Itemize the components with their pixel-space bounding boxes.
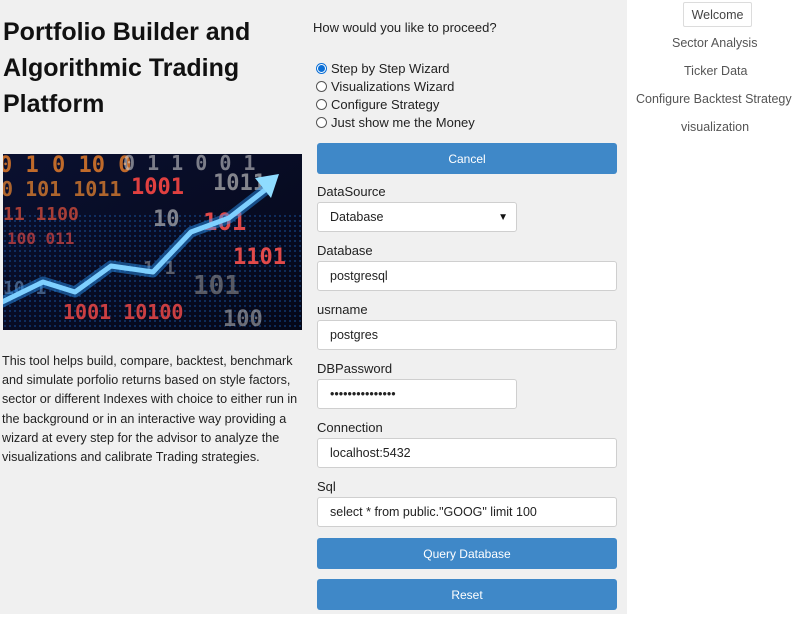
page-title: Portfolio Builder and Algorithmic Tradin… xyxy=(3,18,251,118)
option-configure-strategy[interactable]: Configure Strategy xyxy=(316,95,475,113)
svg-text:0 101 1011: 0 101 1011 xyxy=(3,177,121,201)
nav-configure-backtest-strategy[interactable]: Configure Backtest Strategy xyxy=(636,92,792,106)
datasource-value: Database xyxy=(330,210,384,224)
nav-welcome[interactable]: Welcome xyxy=(683,2,752,27)
svg-text:1001: 1001 xyxy=(131,175,184,200)
svg-text:100: 100 xyxy=(223,307,263,330)
nav-visualization[interactable]: visualization xyxy=(681,120,749,134)
trading-chart-illustration: 0 1 0 10 0 0 1 1 0 0 1 0 101 1011 1001 1… xyxy=(3,154,302,330)
connection-label: Connection xyxy=(317,420,383,435)
option-label: Step by Step Wizard xyxy=(331,60,450,76)
svg-text:0 1 0 10 0: 0 1 0 10 0 xyxy=(3,154,131,178)
svg-text:1001 10100: 1001 10100 xyxy=(63,300,183,324)
radio-icon[interactable] xyxy=(316,80,327,92)
datasource-label: DataSource xyxy=(317,184,386,199)
password-label: DBPassword xyxy=(317,361,393,376)
radio-selected-icon[interactable] xyxy=(316,62,327,74)
option-visualizations-wizard[interactable]: Visualizations Wizard xyxy=(316,77,475,95)
caret-down-icon: ▼ xyxy=(498,211,508,223)
cancel-button[interactable]: Cancel xyxy=(317,143,617,174)
database-label: Database xyxy=(317,243,373,258)
reset-button[interactable]: Reset xyxy=(317,579,617,610)
query-database-button[interactable]: Query Database xyxy=(317,538,617,569)
svg-text:10: 10 xyxy=(153,207,180,232)
datasource-select[interactable]: Database ▼ xyxy=(317,202,517,232)
username-label: usrname xyxy=(317,302,368,317)
connection-input[interactable]: localhost:5432 xyxy=(317,438,617,468)
option-label: Just show me the Money xyxy=(331,114,475,130)
username-input[interactable]: postgres xyxy=(317,320,617,350)
nav-sector-analysis[interactable]: Sector Analysis xyxy=(672,36,757,50)
option-just-show-me-the-money[interactable]: Just show me the Money xyxy=(316,113,475,131)
intro-description: This tool helps build, compare, backtest… xyxy=(2,354,298,465)
password-input[interactable]: ••••••••••••••• xyxy=(317,379,517,409)
sql-input[interactable]: select * from public."GOOG" limit 100 xyxy=(317,497,617,527)
proceed-options: Step by Step Wizard Visualizations Wizar… xyxy=(316,59,475,131)
option-label: Configure Strategy xyxy=(331,96,440,112)
option-step-by-step-wizard[interactable]: Step by Step Wizard xyxy=(316,59,475,77)
proceed-question: How would you like to proceed? xyxy=(313,20,497,35)
svg-text:100 011: 100 011 xyxy=(7,229,74,248)
database-input[interactable]: postgresql xyxy=(317,261,617,291)
radio-icon[interactable] xyxy=(316,116,327,128)
sql-label: Sql xyxy=(317,479,336,494)
svg-text:101: 101 xyxy=(193,271,240,301)
svg-text:1101: 1101 xyxy=(233,245,286,270)
radio-icon[interactable] xyxy=(316,98,327,110)
nav-ticker-data[interactable]: Ticker Data xyxy=(684,64,747,78)
option-label: Visualizations Wizard xyxy=(331,78,455,94)
svg-text:11 1100: 11 1100 xyxy=(3,204,79,225)
